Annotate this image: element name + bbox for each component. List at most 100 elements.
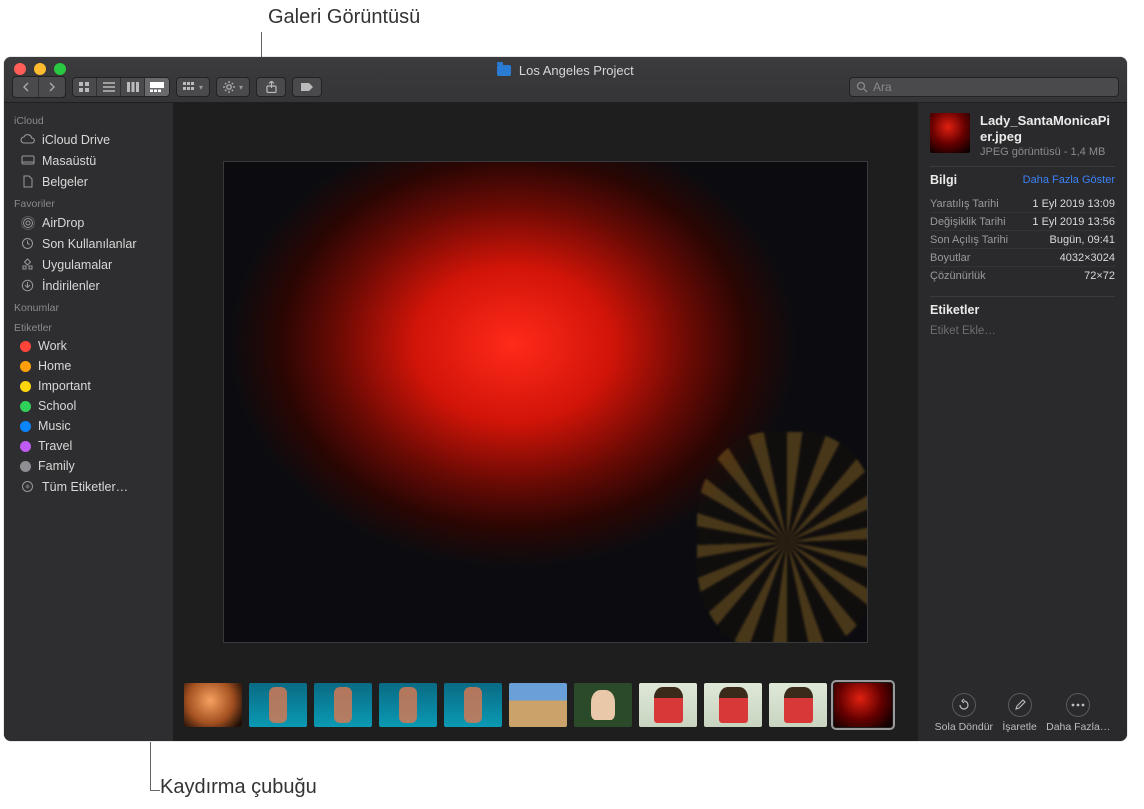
desktop-icon xyxy=(20,153,35,168)
search-input[interactable] xyxy=(873,80,1112,94)
thumbnail-selected[interactable] xyxy=(834,683,892,727)
info-row: Çözünürlük72×72 xyxy=(930,267,1115,284)
quick-actions: Sola Döndür İşaretle Daha Fazla… xyxy=(930,683,1115,733)
thumbnail[interactable] xyxy=(639,683,697,727)
info-section-header: Bilgi Daha Fazla Göster xyxy=(930,166,1115,187)
tag-dot-icon xyxy=(20,361,31,372)
sidebar-tag-music[interactable]: Music xyxy=(4,416,173,436)
view-list-button[interactable] xyxy=(97,78,121,96)
more-action[interactable]: Daha Fazla… xyxy=(1046,693,1110,733)
thumbnail[interactable] xyxy=(509,683,567,727)
more-icon xyxy=(1066,693,1090,717)
document-icon xyxy=(20,174,35,189)
markup-action[interactable]: İşaretle xyxy=(1002,693,1036,733)
chevron-right-icon xyxy=(48,82,56,92)
info-key: Çözünürlük xyxy=(930,270,986,282)
view-icon-button[interactable] xyxy=(73,78,97,96)
chevron-left-icon xyxy=(22,82,30,92)
info-panel: Lady_SantaMonicaPier.jpeg JPEG görüntüsü… xyxy=(917,103,1127,741)
download-icon xyxy=(20,278,35,293)
file-name: Lady_SantaMonicaPier.jpeg xyxy=(980,113,1115,144)
sidebar-item-label: Work xyxy=(38,339,67,353)
thumbnail[interactable] xyxy=(574,683,632,727)
sidebar-item-airdrop[interactable]: AirDrop xyxy=(4,212,173,233)
rotate-left-action[interactable]: Sola Döndür xyxy=(935,693,993,733)
info-row: Değişiklik Tarihi1 Eyl 2019 13:56 xyxy=(930,213,1115,231)
sidebar-item-label: Important xyxy=(38,379,91,393)
folder-icon xyxy=(497,65,511,76)
thumbnail-strip[interactable] xyxy=(174,679,917,741)
chevron-down-icon: ▾ xyxy=(199,83,203,92)
search-field[interactable] xyxy=(849,77,1119,97)
info-rows: Yaratılış Tarihi1 Eyl 2019 13:09 Değişik… xyxy=(930,195,1115,284)
sidebar-header-tags: Etiketler xyxy=(4,316,173,336)
thumbnail[interactable] xyxy=(704,683,762,727)
sidebar-item-label: Masaüstü xyxy=(42,154,96,168)
finder-window: Los Angeles Project xyxy=(4,57,1127,741)
view-switcher xyxy=(72,77,170,97)
sidebar-item-label: Home xyxy=(38,359,71,373)
sidebar-item-label: Music xyxy=(38,419,71,433)
thumbnail[interactable] xyxy=(184,683,242,727)
sidebar-item-label: Belgeler xyxy=(42,175,88,189)
quick-action-label: İşaretle xyxy=(1002,721,1036,733)
sidebar-tag-family[interactable]: Family xyxy=(4,456,173,476)
window-body: iCloud iCloud Drive Masaüstü Belgeler Fa… xyxy=(4,103,1127,741)
sidebar-header-favorites: Favoriler xyxy=(4,192,173,212)
gallery-icon xyxy=(150,82,164,92)
sidebar-item-downloads[interactable]: İndirilenler xyxy=(4,275,173,296)
grid-icon xyxy=(79,82,91,92)
info-row: Boyutlar4032×3024 xyxy=(930,249,1115,267)
sidebar-tag-travel[interactable]: Travel xyxy=(4,436,173,456)
view-column-button[interactable] xyxy=(121,78,145,96)
info-key: Son Açılış Tarihi xyxy=(930,234,1008,246)
sidebar-item-recents[interactable]: Son Kullanılanlar xyxy=(4,233,173,254)
sidebar-tag-all[interactable]: Tüm Etiketler… xyxy=(4,476,173,497)
thumbnail[interactable] xyxy=(444,683,502,727)
callout-bottom-line2 xyxy=(150,790,160,791)
add-tag-field[interactable]: Etiket Ekle… xyxy=(930,325,1115,337)
sidebar-tag-school[interactable]: School xyxy=(4,396,173,416)
sidebar-tag-home[interactable]: Home xyxy=(4,356,173,376)
forward-button[interactable] xyxy=(39,77,65,97)
sidebar-item-label: İndirilenler xyxy=(42,279,100,293)
thumbnail[interactable] xyxy=(249,683,307,727)
sidebar-item-label: Tüm Etiketler… xyxy=(42,480,128,494)
thumbnail[interactable] xyxy=(314,683,372,727)
file-subtitle: JPEG görüntüsü - 1,4 MB xyxy=(980,146,1115,158)
tag-dot-icon xyxy=(20,341,31,352)
sidebar-item-applications[interactable]: Uygulamalar xyxy=(4,254,173,275)
sidebar-tag-work[interactable]: Work xyxy=(4,336,173,356)
share-button[interactable] xyxy=(256,77,286,97)
list-icon xyxy=(103,82,115,92)
columns-icon xyxy=(127,82,139,92)
sidebar-header-icloud: iCloud xyxy=(4,109,173,129)
tags-section-title: Etiketler xyxy=(930,303,979,317)
sidebar-item-label: Uygulamalar xyxy=(42,258,112,272)
info-value: 4032×3024 xyxy=(1060,252,1115,264)
thumbnail[interactable] xyxy=(769,683,827,727)
sidebar-tag-important[interactable]: Important xyxy=(4,376,173,396)
airdrop-icon xyxy=(20,215,35,230)
view-gallery-button[interactable] xyxy=(145,78,169,96)
sidebar-item-label: Travel xyxy=(38,439,72,453)
rotate-left-icon xyxy=(952,693,976,717)
preview-image[interactable] xyxy=(223,161,868,643)
tag-icon xyxy=(300,82,314,92)
search-icon xyxy=(856,81,868,93)
show-more-link[interactable]: Daha Fazla Göster xyxy=(1023,174,1115,186)
clock-icon xyxy=(20,236,35,251)
thumbnail[interactable] xyxy=(379,683,437,727)
sidebar-item-icloud-drive[interactable]: iCloud Drive xyxy=(4,129,173,150)
sidebar-item-desktop[interactable]: Masaüstü xyxy=(4,150,173,171)
back-button[interactable] xyxy=(13,77,39,97)
tag-dot-icon xyxy=(20,461,31,472)
group-by-button[interactable]: ▾ xyxy=(176,77,210,97)
sidebar-item-documents[interactable]: Belgeler xyxy=(4,171,173,192)
markup-icon xyxy=(1008,693,1032,717)
tag-dot-icon xyxy=(20,381,31,392)
callout-bottom: Kaydırma çubuğu xyxy=(160,776,317,799)
tag-dot-icon xyxy=(20,441,31,452)
action-menu-button[interactable]: ▾ xyxy=(216,77,250,97)
tags-button[interactable] xyxy=(292,77,322,97)
